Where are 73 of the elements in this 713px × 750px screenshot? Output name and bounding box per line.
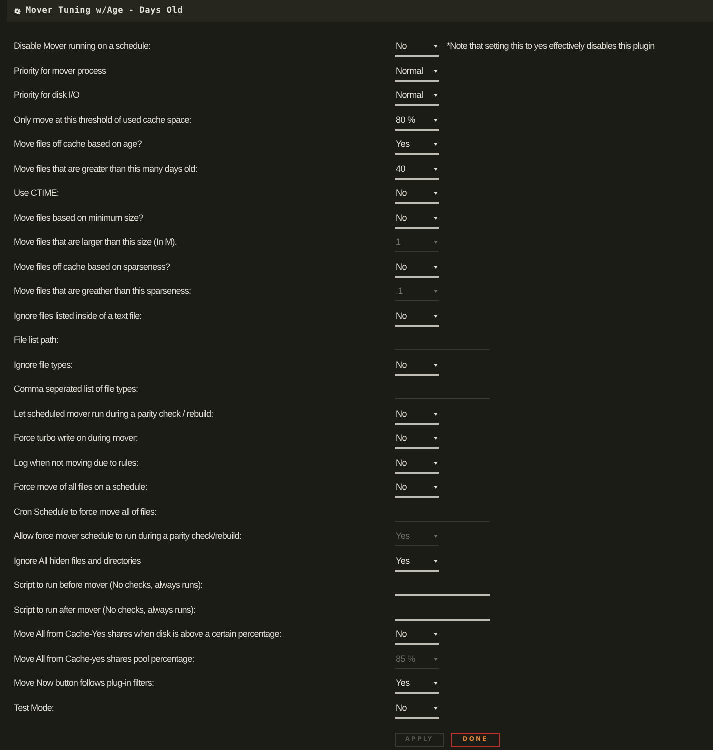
- dropdown[interactable]: 40: [395, 160, 439, 180]
- dropdown[interactable]: Yes: [395, 135, 439, 155]
- caret-icon: [434, 658, 438, 660]
- setting-label: Move files that are larger than this size (In M).: [14, 236, 177, 249]
- caret-icon: [434, 462, 438, 464]
- caret-icon: [434, 706, 438, 710]
- dropdown[interactable]: No: [395, 306, 439, 326]
- setting-label: Comma seperated list of file types:: [14, 383, 138, 396]
- setting-label: Log when not moving due to rules:: [14, 456, 138, 470]
- dropdown[interactable]: No: [395, 208, 439, 228]
- caret-icon: [434, 437, 438, 440]
- dropdown[interactable]: No: [395, 698, 439, 718]
- setting-label: Move Now button follows plug-in filters:: [14, 677, 154, 690]
- setting-label: Test Mode:: [14, 702, 54, 714]
- dropdown[interactable]: Normal: [395, 62, 439, 82]
- setting-label: File list path:: [14, 334, 59, 347]
- caret-icon: [434, 560, 438, 562]
- caret-icon: [434, 216, 438, 220]
- setting-label: Move files that are greather than this sparseness:: [14, 285, 192, 298]
- setting-label: Cron Schedule to force move all of files:: [14, 506, 157, 518]
- setting-label: Use CTIME:: [14, 187, 60, 200]
- caret-icon: [434, 682, 438, 685]
- caret-icon: [434, 314, 438, 318]
- caret-icon: [434, 94, 438, 97]
- setting-label: Script to run after mover (No checks, always runs):: [14, 604, 196, 617]
- setting-label: Move All from Cache-yes shares pool percentage:: [14, 652, 194, 666]
- dropdown[interactable]: Normal: [395, 86, 439, 106]
- gear-icon: [14, 8, 21, 14]
- dropdown[interactable]: No: [395, 258, 439, 278]
- caret-icon: [434, 364, 438, 366]
- caret-icon: [434, 266, 438, 268]
- panel-title: Mover Tuning w/Age - Days Old: [26, 5, 184, 17]
- setting-label: Ignore files listed inside of a text file:: [14, 310, 142, 323]
- setting-label: Move files based on minimum size?: [14, 212, 144, 224]
- setting-label: Script to run before mover (No checks, always runs):: [14, 579, 203, 592]
- note-text: *Note that setting this to yes effectively disables this plugin: [447, 40, 655, 53]
- caret-icon: [434, 486, 438, 489]
- setting-label: Ignore All hiden files and directories: [14, 554, 141, 568]
- caret-icon: [434, 633, 438, 636]
- caret-icon: [434, 290, 438, 293]
- dropdown[interactable]: Yes: [395, 552, 439, 572]
- dropdown[interactable]: No: [395, 404, 439, 424]
- dropdown[interactable]: No: [395, 454, 439, 474]
- dropdown[interactable]: 80 %: [395, 110, 439, 130]
- caret-icon: [434, 192, 438, 195]
- setting-label: Priority for mover process: [14, 64, 106, 78]
- caret-icon: [434, 535, 438, 538]
- dropdown[interactable]: No: [395, 478, 439, 498]
- setting-label: Move files off cache based on age?: [14, 138, 142, 151]
- setting-label: Priority for disk I/O: [14, 89, 80, 102]
- setting-label: Only move at this threshold of used cache space:: [14, 114, 192, 127]
- setting-label: Allow force mover schedule to run during a parity check/rebuild:: [14, 530, 242, 543]
- dropdown[interactable]: No: [395, 356, 439, 376]
- setting-label: Force move of all files on a schedule:: [14, 481, 148, 494]
- setting-label: Move files off cache based on sparseness?: [14, 260, 170, 274]
- caret-icon: [434, 45, 438, 48]
- caret-icon: [434, 143, 438, 146]
- setting-label: Move All from Cache-Yes shares when disk is above a certain percentage:: [14, 628, 282, 641]
- dropdown[interactable]: No: [395, 625, 439, 645]
- setting-label: Move files that are greater than this many days old:: [14, 162, 198, 176]
- caret-icon: [434, 70, 438, 72]
- dropdown[interactable]: No: [395, 37, 439, 57]
- caret-icon: [434, 412, 438, 416]
- setting-label: Let scheduled mover run during a parity check / rebuild:: [14, 408, 214, 421]
- setting-label: Ignore file types:: [14, 358, 73, 372]
- dropdown[interactable]: No: [395, 184, 439, 204]
- setting-label: Disable Mover running on a schedule:: [14, 40, 151, 53]
- caret-icon: [434, 118, 438, 122]
- caret-icon: [434, 241, 438, 244]
- setting-label: Force turbo write on during mover:: [14, 432, 138, 445]
- caret-icon: [434, 168, 438, 170]
- dropdown[interactable]: Yes: [395, 674, 439, 694]
- dropdown[interactable]: No: [395, 429, 439, 449]
